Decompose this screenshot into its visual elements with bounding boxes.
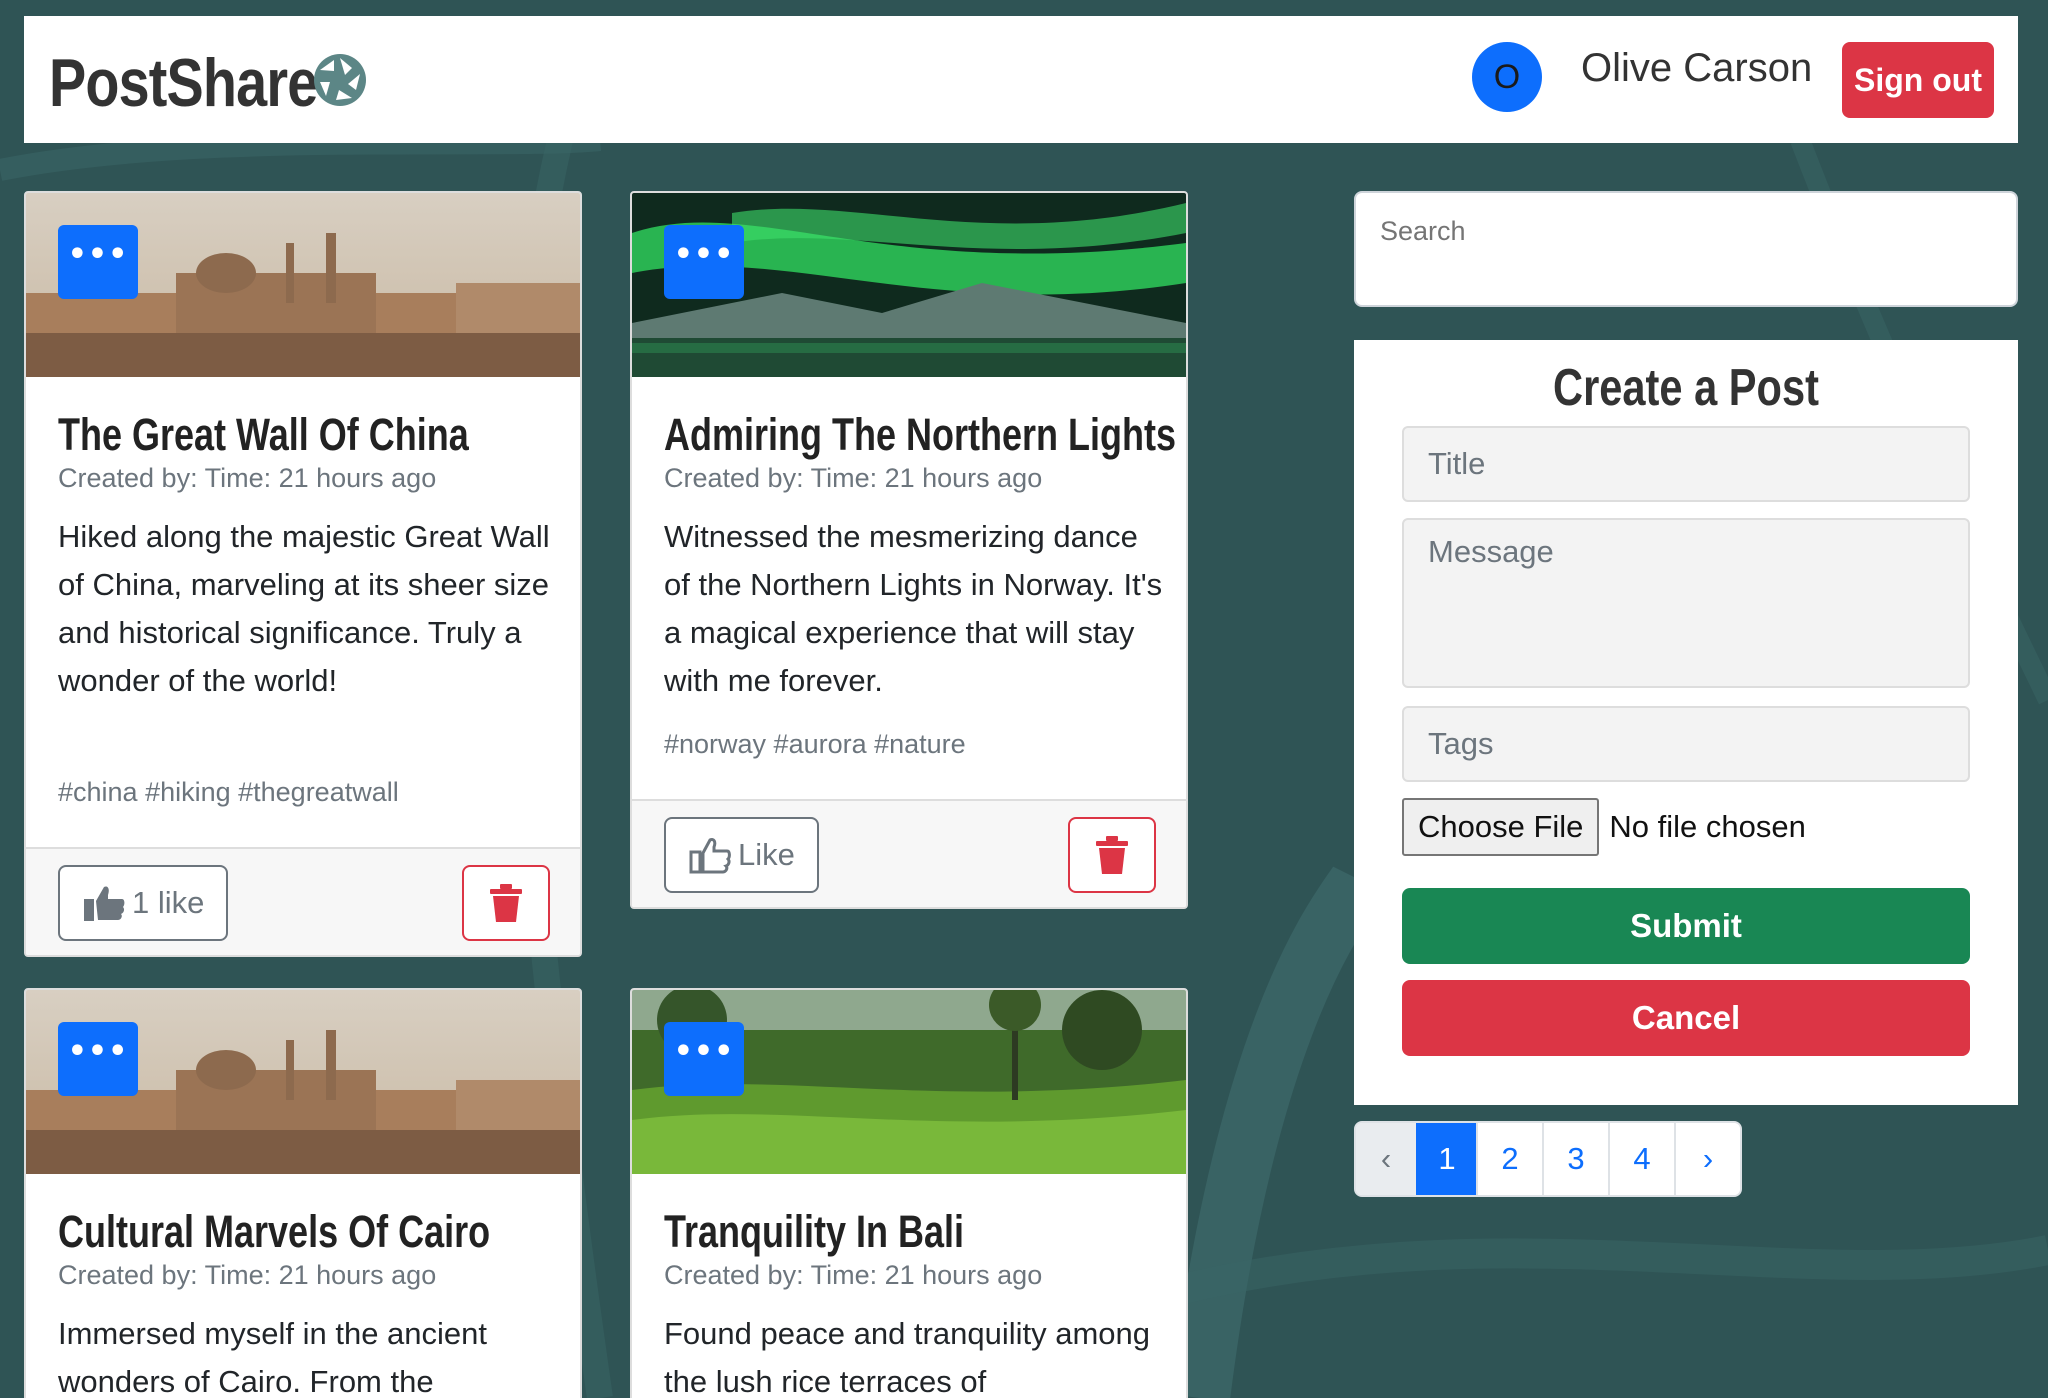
post-message: Hiked along the majestic Great Wall of C… [58,519,550,698]
post-title: Tranquility In Bali [664,1206,965,1257]
search-input[interactable] [1380,211,1980,251]
page-2[interactable]: 2 [1476,1123,1542,1195]
post-card: ••• Cultural Marvels Of Cairo Created by… [24,988,582,1398]
delete-button[interactable] [462,865,550,941]
post-footer: Like [632,799,1186,907]
pagination-next[interactable]: › [1674,1123,1740,1195]
post-card: ••• The Great Wall Of China Created by: … [24,191,582,957]
create-post-panel: Create a Post Title Message Tags Choose … [1354,340,2018,1105]
post-meta: Created by: Time: 21 hours ago [664,463,1043,493]
submit-button[interactable]: Submit [1402,888,1970,964]
cancel-button[interactable]: Cancel [1402,980,1970,1056]
post-meta: Created by: Time: 21 hours ago [58,1260,437,1290]
tags-input[interactable]: Tags [1402,706,1970,782]
create-post-heading: Create a Post [1553,359,1819,417]
post-options-button[interactable]: ••• [664,1022,744,1096]
post-meta: Created by: Time: 21 hours ago [58,463,437,493]
avatar[interactable]: O [1472,42,1542,112]
title-placeholder: Title [1428,446,1486,481]
trash-icon [1096,836,1128,874]
like-button[interactable]: 1 like [58,865,229,941]
search-box [1354,191,2018,307]
post-footer: 1 like [26,847,580,955]
post-options-button[interactable]: ••• [58,225,138,299]
choose-file-button[interactable]: Choose File [1402,798,1600,856]
post-message: Immersed myself in the ancient wonders o… [58,1316,488,1398]
post-options-button[interactable]: ••• [58,1022,138,1096]
sign-out-button[interactable]: Sign out [1842,42,1994,118]
thumbs-up-icon [84,886,125,921]
post-message: Witnessed the mesmerizing dance of the N… [664,519,1163,698]
post-title: Admiring The Northern Lights [664,409,1176,460]
post-meta: Created by: Time: 21 hours ago [664,1260,1043,1290]
brand-title[interactable]: PostShare [49,44,318,122]
user-name: Olive Carson [1581,46,1813,90]
navbar: PostShare O Olive Carson Sign out [24,16,2018,143]
page-3[interactable]: 3 [1542,1123,1608,1195]
message-placeholder: Message [1428,534,1554,569]
post-card: ••• Tranquility In Bali Created by: Time… [630,988,1188,1398]
like-button[interactable]: Like [664,817,819,893]
post-title: Cultural Marvels Of Cairo [58,1206,491,1257]
post-title: The Great Wall Of China [58,409,469,460]
file-input: Choose File No file chosen [1402,798,1806,856]
page-4[interactable]: 4 [1608,1123,1674,1195]
like-count: 1 like [132,885,205,920]
delete-button[interactable] [1068,817,1156,893]
post-message: Found peace and tranquility among the lu… [664,1316,1150,1398]
like-label: Like [738,837,795,872]
title-input[interactable]: Title [1402,426,1970,502]
trash-icon [490,884,522,922]
tags-placeholder: Tags [1428,726,1494,761]
message-textarea[interactable]: Message [1402,518,1970,688]
file-status: No file chosen [1609,809,1806,844]
camera-aperture-icon [314,54,366,106]
post-tags: #norway #aurora #nature [664,729,966,759]
pagination: ‹ 1 2 3 4 › [1354,1121,1742,1197]
thumbs-up-outline-icon [689,838,731,874]
post-tags: #china #hiking #thegreatwall [58,777,399,807]
post-card: ••• Admiring The Northern Lights Created… [630,191,1188,909]
page-1[interactable]: 1 [1416,1123,1476,1195]
post-options-button[interactable]: ••• [664,225,744,299]
pagination-prev[interactable]: ‹ [1356,1123,1416,1195]
